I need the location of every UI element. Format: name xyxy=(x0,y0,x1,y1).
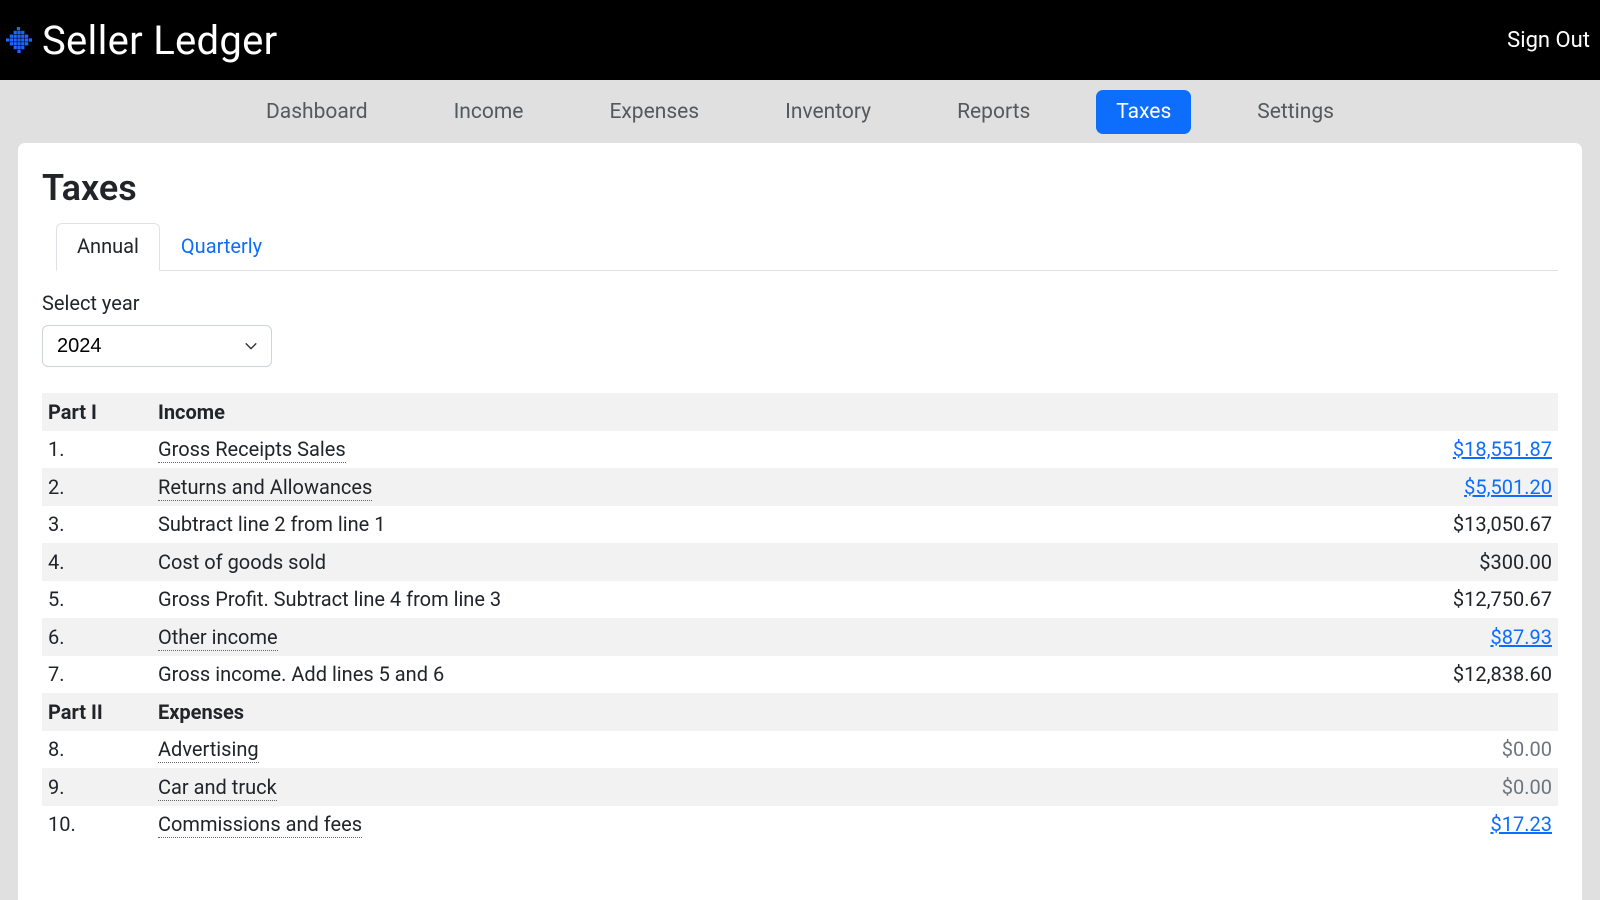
section-part: Part II xyxy=(42,693,152,731)
brand[interactable]: Seller Ledger xyxy=(6,17,278,64)
row-label-help[interactable]: Returns and Allowances xyxy=(158,475,372,501)
row-label-cell: Subtract line 2 from line 1 xyxy=(152,506,1318,544)
row-amount-cell: $0.00 xyxy=(1318,768,1558,806)
row-amount-cell: $300.00 xyxy=(1318,543,1558,581)
nav-inventory[interactable]: Inventory xyxy=(765,90,891,134)
row-amount-cell: $17.23 xyxy=(1318,806,1558,844)
tab-quarterly[interactable]: Quarterly xyxy=(160,223,283,271)
tax-table: Part IIncome1.Gross Receipts Sales $18,55… xyxy=(42,393,1558,843)
row-label-help[interactable]: Car and truck xyxy=(158,775,277,801)
content-card: Taxes Annual Quarterly Select year 2024 … xyxy=(18,143,1582,900)
row-label: Subtract line 2 from line 1 xyxy=(158,512,385,536)
section-title: Income xyxy=(152,393,1318,431)
table-row: 10.Commissions and fees $17.23 xyxy=(42,806,1558,844)
nav-income[interactable]: Income xyxy=(434,90,544,134)
nav-settings[interactable]: Settings xyxy=(1237,90,1354,134)
table-row: 4.Cost of goods sold $300.00 xyxy=(42,543,1558,581)
row-amount-cell: $0.00 xyxy=(1318,731,1558,769)
nav-dashboard[interactable]: Dashboard xyxy=(246,90,388,134)
row-amount: $0.00 xyxy=(1502,775,1552,799)
row-amount: $12,838.60 xyxy=(1453,662,1552,686)
topbar: Seller Ledger Sign Out xyxy=(0,0,1600,80)
table-row: 8.Advertising $0.00 xyxy=(42,731,1558,769)
row-amount-link[interactable]: $5,501.20 xyxy=(1464,475,1552,499)
nav-expenses[interactable]: Expenses xyxy=(589,90,719,134)
page-title: Taxes xyxy=(42,167,1558,209)
row-label-cell: Gross income. Add lines 5 and 6 xyxy=(152,656,1318,694)
tab-annual[interactable]: Annual xyxy=(56,223,160,271)
table-row: 3.Subtract line 2 from line 1 $13,050.67 xyxy=(42,506,1558,544)
row-label-cell: Gross Receipts Sales xyxy=(152,431,1318,469)
row-amount-link[interactable]: $17.23 xyxy=(1491,812,1552,836)
nav-taxes[interactable]: Taxes xyxy=(1096,90,1191,134)
sign-out-link[interactable]: Sign Out xyxy=(1507,28,1594,53)
row-label: Gross income. Add lines 5 and 6 xyxy=(158,662,444,686)
row-amount: $12,750.67 xyxy=(1453,587,1552,611)
year-select-label: Select year xyxy=(42,291,1558,315)
row-number: 8. xyxy=(42,731,152,769)
main-nav: Dashboard Income Expenses Inventory Repo… xyxy=(0,80,1600,143)
row-label-help[interactable]: Other income xyxy=(158,625,278,651)
row-amount-cell: $87.93 xyxy=(1318,618,1558,656)
table-row: 2.Returns and Allowances $5,501.20 xyxy=(42,468,1558,506)
row-label-cell: Gross Profit. Subtract line 4 from line … xyxy=(152,581,1318,619)
row-number: 6. xyxy=(42,618,152,656)
row-number: 9. xyxy=(42,768,152,806)
table-row: 9.Car and truck $0.00 xyxy=(42,768,1558,806)
row-amount: $300.00 xyxy=(1479,550,1552,574)
row-label-cell: Car and truck xyxy=(152,768,1318,806)
row-number: 4. xyxy=(42,543,152,581)
row-label-cell: Advertising xyxy=(152,731,1318,769)
row-amount: $0.00 xyxy=(1502,737,1552,761)
row-amount-link[interactable]: $18,551.87 xyxy=(1453,437,1552,461)
row-label: Cost of goods sold xyxy=(158,550,326,574)
year-select-wrap: 2024 xyxy=(42,325,272,367)
row-amount-cell: $5,501.20 xyxy=(1318,468,1558,506)
row-label-cell: Other income xyxy=(152,618,1318,656)
tabs: Annual Quarterly xyxy=(56,223,1558,271)
row-label-help[interactable]: Commissions and fees xyxy=(158,812,362,838)
row-amount-cell: $18,551.87 xyxy=(1318,431,1558,469)
row-amount-cell: $12,750.67 xyxy=(1318,581,1558,619)
row-amount: $13,050.67 xyxy=(1453,512,1552,536)
section-header-row: Part IIExpenses xyxy=(42,693,1558,731)
row-number: 3. xyxy=(42,506,152,544)
row-amount-cell: $12,838.60 xyxy=(1318,656,1558,694)
year-select[interactable]: 2024 xyxy=(42,325,272,367)
section-title: Expenses xyxy=(152,693,1318,731)
row-label-cell: Cost of goods sold xyxy=(152,543,1318,581)
row-number: 7. xyxy=(42,656,152,694)
row-number: 2. xyxy=(42,468,152,506)
table-row: 5.Gross Profit. Subtract line 4 from lin… xyxy=(42,581,1558,619)
row-number: 1. xyxy=(42,431,152,469)
row-label-cell: Commissions and fees xyxy=(152,806,1318,844)
brand-logo-icon xyxy=(6,27,32,53)
row-label: Gross Profit. Subtract line 4 from line … xyxy=(158,587,501,611)
brand-text: Seller Ledger xyxy=(42,17,278,64)
table-row: 1.Gross Receipts Sales $18,551.87 xyxy=(42,431,1558,469)
row-number: 5. xyxy=(42,581,152,619)
section-empty xyxy=(1318,693,1558,731)
nav-reports[interactable]: Reports xyxy=(937,90,1050,134)
table-row: 6.Other income $87.93 xyxy=(42,618,1558,656)
row-number: 10. xyxy=(42,806,152,844)
table-row: 7.Gross income. Add lines 5 and 6 $12,838… xyxy=(42,656,1558,694)
row-label-help[interactable]: Gross Receipts Sales xyxy=(158,437,346,463)
section-part: Part I xyxy=(42,393,152,431)
row-label-help[interactable]: Advertising xyxy=(158,737,259,763)
row-amount-link[interactable]: $87.93 xyxy=(1491,625,1552,649)
section-header-row: Part IIncome xyxy=(42,393,1558,431)
section-empty xyxy=(1318,393,1558,431)
row-amount-cell: $13,050.67 xyxy=(1318,506,1558,544)
row-label-cell: Returns and Allowances xyxy=(152,468,1318,506)
